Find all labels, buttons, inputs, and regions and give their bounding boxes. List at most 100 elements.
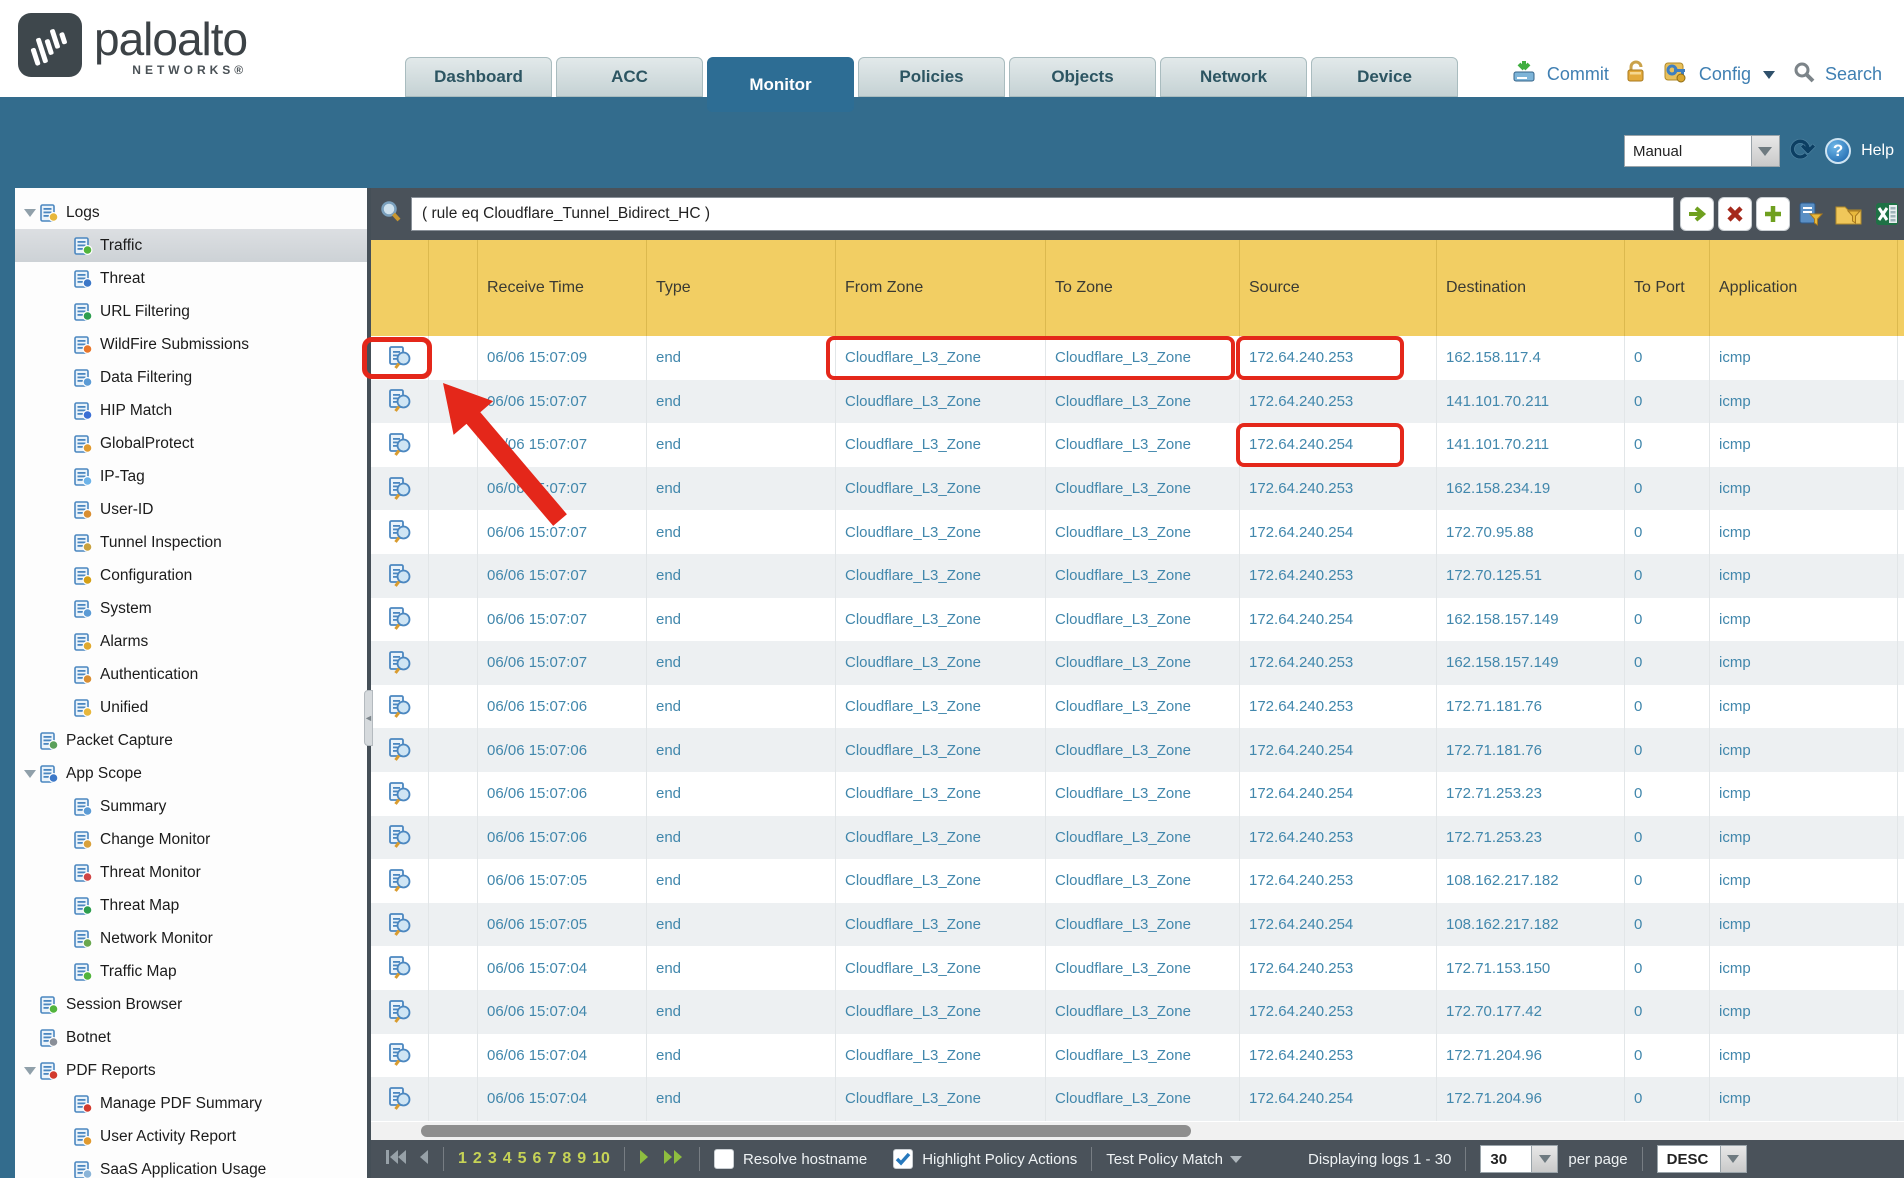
cell-from-zone[interactable]: Cloudflare_L3_Zone [836,1034,1046,1078]
cell-from-zone[interactable]: Cloudflare_L3_Zone [836,423,1046,467]
cell-source[interactable]: 172.64.240.253 [1240,336,1437,380]
cell-to-port[interactable]: 0 [1625,510,1710,554]
cell-from-zone[interactable]: Cloudflare_L3_Zone [836,336,1046,380]
cell-receive-time[interactable]: 06/06 15:07:04 [478,990,647,1034]
cell-destination[interactable]: 172.70.125.51 [1437,554,1625,598]
column-header-receive-time[interactable]: Receive Time [478,240,647,336]
refresh-interval-caret-icon[interactable] [1752,135,1780,167]
page-number-5[interactable]: 5 [518,1150,527,1168]
cell-source[interactable]: 172.64.240.253 [1240,946,1437,990]
cell-application[interactable]: icmp [1710,946,1898,990]
cell-type[interactable]: end [647,336,836,380]
page-number-4[interactable]: 4 [503,1150,512,1168]
prev-page-icon[interactable] [417,1149,429,1169]
sidebar-item-botnet[interactable]: Botnet [15,1021,367,1054]
first-page-icon[interactable] [385,1149,407,1169]
cell-destination[interactable]: 141.101.70.211 [1437,423,1625,467]
cell-action[interactable]: a [1898,467,1904,511]
cell-action[interactable]: a [1898,423,1904,467]
cell-action[interactable]: a [1898,816,1904,860]
tab-acc[interactable]: ACC [556,57,703,97]
cell-to-port[interactable]: 0 [1625,816,1710,860]
cell-destination[interactable]: 172.71.181.76 [1437,728,1625,772]
sidebar-collapse-handle[interactable]: ◄ [364,690,373,746]
cell-application[interactable]: icmp [1710,510,1898,554]
cell-destination[interactable]: 162.158.117.4 [1437,336,1625,380]
log-detail-button[interactable] [371,423,429,467]
cell-type[interactable]: end [647,990,836,1034]
cell-from-zone[interactable]: Cloudflare_L3_Zone [836,859,1046,903]
refresh-interval-select[interactable]: Manual [1624,135,1780,167]
cell-to-port[interactable]: 0 [1625,946,1710,990]
cell-receive-time[interactable]: 06/06 15:07:07 [478,510,647,554]
cell-from-zone[interactable]: Cloudflare_L3_Zone [836,728,1046,772]
page-number-9[interactable]: 9 [577,1150,586,1168]
cell-receive-time[interactable]: 06/06 15:07:07 [478,380,647,424]
column-header-from-zone[interactable]: From Zone [836,240,1046,336]
expand-triangle-icon[interactable] [21,209,39,217]
commit-button[interactable]: Commit [1547,64,1609,85]
cell-to-port[interactable]: 0 [1625,423,1710,467]
cell-source[interactable]: 172.64.240.253 [1240,641,1437,685]
cell-to-zone[interactable]: Cloudflare_L3_Zone [1046,772,1240,816]
clear-filter-button[interactable] [1718,197,1752,231]
cell-destination[interactable]: 172.71.181.76 [1437,685,1625,729]
cell-to-zone[interactable]: Cloudflare_L3_Zone [1046,859,1240,903]
cell-to-port[interactable]: 0 [1625,467,1710,511]
sidebar-item-summary[interactable]: Summary [15,790,367,823]
sidebar-item-user-id[interactable]: User-ID [15,493,367,526]
cell-application[interactable]: icmp [1710,1077,1898,1121]
cell-action[interactable]: a [1898,641,1904,685]
cell-action[interactable]: a [1898,728,1904,772]
cell-receive-time[interactable]: 06/06 15:07:04 [478,1034,647,1078]
cell-type[interactable]: end [647,685,836,729]
cell-to-zone[interactable]: Cloudflare_L3_Zone [1046,903,1240,947]
cell-type[interactable]: end [647,510,836,554]
cell-application[interactable]: icmp [1710,816,1898,860]
cell-to-zone[interactable]: Cloudflare_L3_Zone [1046,336,1240,380]
cell-source[interactable]: 172.64.240.254 [1240,772,1437,816]
tab-policies[interactable]: Policies [858,57,1005,97]
help-link[interactable]: Help [1861,142,1894,160]
tab-dashboard[interactable]: Dashboard [405,57,552,97]
column-header-destination[interactable]: Destination [1437,240,1625,336]
per-page-select[interactable]: 30 [1480,1145,1558,1173]
cell-to-zone[interactable]: Cloudflare_L3_Zone [1046,641,1240,685]
cell-destination[interactable]: 172.71.204.96 [1437,1034,1625,1078]
cell-action[interactable]: a [1898,772,1904,816]
cell-application[interactable]: icmp [1710,467,1898,511]
tab-monitor[interactable]: Monitor [707,57,854,112]
cell-application[interactable]: icmp [1710,554,1898,598]
cell-from-zone[interactable]: Cloudflare_L3_Zone [836,990,1046,1034]
cell-receive-time[interactable]: 06/06 15:07:07 [478,554,647,598]
cell-source[interactable]: 172.64.240.253 [1240,990,1437,1034]
cell-to-zone[interactable]: Cloudflare_L3_Zone [1046,728,1240,772]
help-icon[interactable]: ? [1825,138,1851,164]
cell-receive-time[interactable]: 06/06 15:07:06 [478,816,647,860]
cell-to-port[interactable]: 0 [1625,554,1710,598]
cell-receive-time[interactable]: 06/06 15:07:04 [478,946,647,990]
sidebar-item-traffic-map[interactable]: Traffic Map [15,955,367,988]
cell-receive-time[interactable]: 06/06 15:07:07 [478,423,647,467]
refresh-interval-value[interactable]: Manual [1624,135,1752,167]
sidebar-item-system[interactable]: System [15,592,367,625]
sidebar-item-manage-pdf-summary[interactable]: Manage PDF Summary [15,1087,367,1120]
cell-source[interactable]: 172.64.240.254 [1240,1077,1437,1121]
expand-triangle-icon[interactable] [21,770,39,778]
log-detail-button[interactable] [371,380,429,424]
log-detail-button[interactable] [371,1077,429,1121]
cell-source[interactable]: 172.64.240.253 [1240,685,1437,729]
cell-destination[interactable]: 108.162.217.182 [1437,859,1625,903]
export-excel-icon[interactable] [1870,197,1904,231]
cell-to-zone[interactable]: Cloudflare_L3_Zone [1046,467,1240,511]
cell-to-zone[interactable]: Cloudflare_L3_Zone [1046,685,1240,729]
cell-receive-time[interactable]: 06/06 15:07:09 [478,336,647,380]
cell-receive-time[interactable]: 06/06 15:07:05 [478,859,647,903]
last-page-icon[interactable] [663,1149,685,1169]
sidebar-item-packet-capture[interactable]: Packet Capture [15,724,367,757]
cell-type[interactable]: end [647,816,836,860]
cell-action[interactable]: a [1898,1077,1904,1121]
log-detail-button[interactable] [371,903,429,947]
cell-type[interactable]: end [647,380,836,424]
sidebar-item-threat[interactable]: Threat [15,262,367,295]
